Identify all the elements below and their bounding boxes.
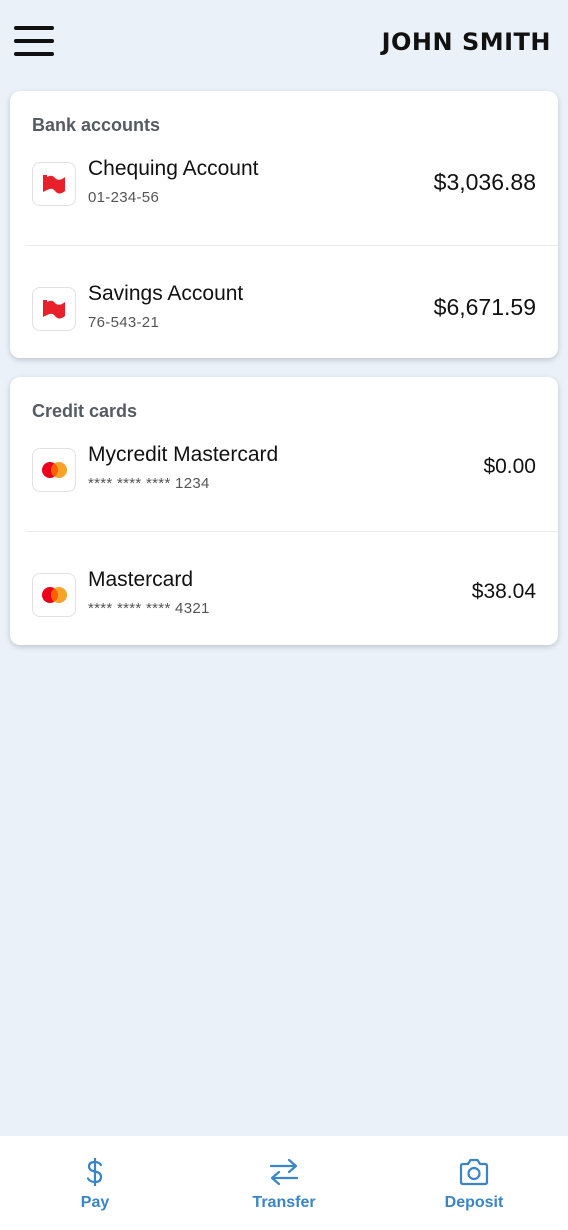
tab-label: Deposit [444,1194,504,1211]
transfer-arrows-icon [267,1156,301,1188]
account-balance: $6,671.59 [433,294,536,320]
mastercard-icon [32,573,76,617]
dollar-icon [78,1156,112,1188]
card-name: Mycredit Mastercard [88,443,279,466]
credit-cards-card: Credit cards Mycredit Mastercard **** **… [10,377,558,645]
bottom-navigation: Pay Transfer Deposit [0,1136,568,1230]
divider [26,245,558,246]
mastercard-icon [32,448,76,492]
tab-deposit[interactable]: Deposit [404,1136,544,1230]
account-row-chequing[interactable]: Chequing Account 01-234-56 $3,036.88 [10,149,558,249]
card-balance: $38.04 [471,580,536,603]
tab-pay[interactable]: Pay [25,1136,165,1230]
card-number: **** **** **** 4321 [88,600,210,617]
account-number: 76-543-21 [88,314,160,331]
bank-flag-icon [32,287,76,331]
account-name: Chequing Account [88,157,259,180]
credit-cards-title: Credit cards [32,401,138,421]
bank-flag-icon [32,162,76,206]
hamburger-menu-icon[interactable] [14,26,54,58]
account-number: 01-234-56 [88,189,160,206]
tab-label: Transfer [252,1194,316,1211]
divider [26,531,558,532]
bank-accounts-card: Bank accounts Chequing Account 01-234-56… [10,91,558,358]
app-header: JOHN SMITH [0,0,568,84]
bank-accounts-title: Bank accounts [32,115,161,135]
user-name: JOHN SMITH [381,28,551,56]
tab-label: Pay [80,1194,110,1211]
card-balance: $0.00 [483,455,536,478]
camera-icon [457,1156,491,1188]
account-name: Savings Account [88,282,244,305]
card-name: Mastercard [88,568,194,591]
account-balance: $3,036.88 [433,169,536,195]
card-row-mycredit-mastercard[interactable]: Mycredit Mastercard **** **** **** 1234 … [10,435,558,535]
card-row-mastercard[interactable]: Mastercard **** **** **** 4321 $38.04 [10,560,558,660]
account-row-savings[interactable]: Savings Account 76-543-21 $6,671.59 [10,274,558,374]
card-number: **** **** **** 1234 [88,475,210,492]
tab-transfer[interactable]: Transfer [214,1136,354,1230]
